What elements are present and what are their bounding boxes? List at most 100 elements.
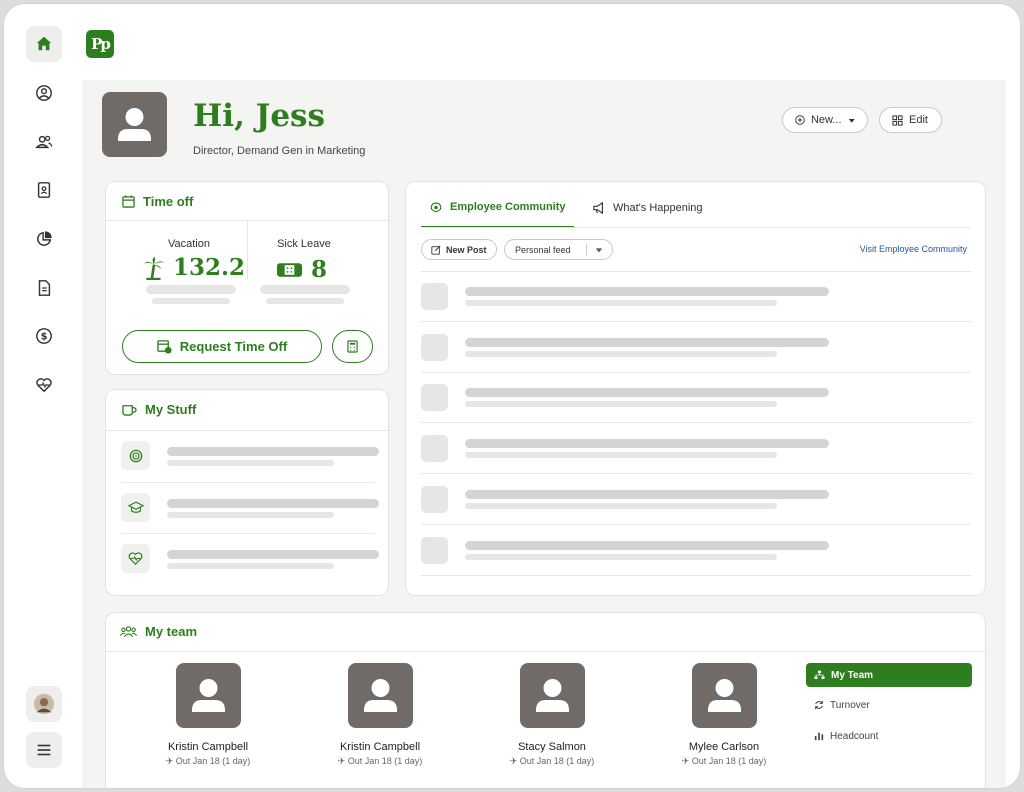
plus-circle-icon — [795, 115, 805, 125]
app-logo[interactable]: Pp — [86, 30, 114, 58]
team-member-status: ✈ Out Jan 18 (1 day) — [337, 756, 423, 766]
nav-reports[interactable] — [26, 221, 62, 257]
target-icon — [129, 449, 142, 462]
people-icon — [35, 135, 53, 149]
profile-avatar[interactable] — [102, 92, 167, 157]
vacation-balance[interactable]: 132.2 — [143, 254, 245, 281]
tab-whats-happening[interactable]: What's Happening — [584, 188, 703, 228]
graduation-cap-icon — [127, 501, 144, 513]
my-team-option-label: My Team — [831, 669, 874, 681]
top-bar — [82, 4, 1020, 80]
divider — [106, 651, 987, 652]
feed-item-thumbnail — [421, 283, 448, 310]
new-post-button[interactable]: New Post — [421, 239, 497, 260]
community-card: Employee Community What's Happening New … — [405, 181, 986, 596]
wellness-tile[interactable] — [121, 544, 150, 573]
person-silhouette-icon — [364, 679, 397, 712]
person-silhouette-icon — [536, 679, 569, 712]
nav-directory[interactable] — [26, 172, 62, 208]
heart-pulse-icon — [36, 378, 52, 393]
feed-select[interactable]: Personal feed — [504, 239, 613, 260]
divider — [421, 422, 971, 423]
my-team-option[interactable]: My Team — [806, 663, 972, 687]
sick-leave-label: Sick Leave — [277, 238, 331, 250]
calculator-button[interactable] — [332, 330, 373, 363]
status-text: Out Jan 18 (1 day) — [175, 756, 251, 766]
edit-icon — [431, 244, 441, 255]
goals-tile[interactable] — [121, 441, 150, 470]
divider — [421, 524, 971, 525]
divider — [106, 220, 390, 221]
sick-leave-value: 8 — [311, 256, 328, 283]
calendar-clock-icon — [157, 340, 172, 354]
learning-tile[interactable] — [121, 493, 150, 522]
new-button[interactable]: New... — [782, 107, 868, 133]
home-icon — [36, 36, 52, 51]
headcount-option-label: Headcount — [830, 730, 879, 742]
nav-profile[interactable] — [26, 75, 62, 111]
svg-text:$: $ — [41, 332, 48, 343]
time-off-title: Time off — [143, 194, 194, 209]
bandage-icon — [276, 262, 303, 277]
team-member-avatar[interactable] — [176, 663, 241, 728]
hamburger-icon — [37, 744, 51, 756]
divider — [106, 430, 390, 431]
new-post-label: New Post — [446, 244, 487, 255]
skeleton-line — [152, 298, 230, 304]
greeting-title: Hi, Jess — [193, 98, 325, 134]
divider — [421, 473, 971, 474]
team-member-name[interactable]: Kristin Campbell — [128, 741, 288, 753]
divider — [121, 482, 375, 483]
team-member-avatar[interactable] — [520, 663, 585, 728]
skeleton-line — [167, 460, 334, 466]
time-off-header: Time off — [122, 194, 193, 209]
divider — [421, 372, 971, 373]
nav-payroll[interactable]: $ — [26, 318, 62, 354]
nav-people[interactable] — [26, 124, 62, 160]
edit-button[interactable]: Edit — [879, 107, 942, 133]
calendar-icon — [122, 195, 135, 208]
nav-benefits[interactable] — [26, 367, 62, 403]
tab-employee-community[interactable]: Employee Community — [421, 188, 574, 228]
team-member-status: ✈ Out Jan 18 (1 day) — [681, 756, 767, 766]
feed-item-thumbnail — [421, 486, 448, 513]
divider — [421, 271, 971, 272]
nav-home[interactable] — [26, 26, 62, 62]
team-icon — [120, 626, 137, 637]
org-chart-icon — [814, 670, 825, 679]
team-member-name[interactable]: Kristin Campbell — [300, 741, 460, 753]
team-member-avatar[interactable] — [348, 663, 413, 728]
megaphone-icon — [593, 202, 603, 214]
nav-documents[interactable] — [26, 270, 62, 306]
sick-leave-balance[interactable]: 8 — [276, 256, 327, 283]
team-member-name[interactable]: Stacy Salmon — [472, 741, 632, 753]
skeleton-line — [465, 503, 777, 509]
request-time-off-label: Request Time Off — [179, 339, 288, 354]
heart-pulse-icon — [128, 552, 143, 565]
skeleton-line — [465, 338, 829, 347]
divider — [121, 533, 375, 534]
person-silhouette-icon — [708, 679, 741, 712]
status-text: Out Jan 18 (1 day) — [691, 756, 767, 766]
my-stuff-card: My Stuff — [105, 389, 390, 596]
tab-employee-community-label: Employee Community — [450, 201, 566, 213]
coffee-cup-icon — [122, 405, 137, 416]
headcount-option[interactable]: Headcount — [806, 724, 972, 748]
my-stuff-title: My Stuff — [145, 402, 197, 417]
document-icon — [38, 280, 51, 296]
grid-icon — [892, 114, 903, 126]
skeleton-line — [167, 563, 334, 569]
menu-button[interactable] — [26, 732, 62, 768]
team-member-name[interactable]: Mylee Carlson — [644, 741, 804, 753]
sidebar: $ — [4, 4, 82, 788]
logo-text: Pp — [91, 35, 111, 53]
turnover-option-label: Turnover — [830, 699, 870, 711]
visit-community-link[interactable]: Visit Employee Community — [860, 244, 967, 254]
user-avatar-button[interactable] — [26, 686, 62, 722]
turnover-option[interactable]: Turnover — [806, 693, 972, 717]
skeleton-line — [465, 490, 829, 499]
tab-whats-happening-label: What's Happening — [613, 202, 703, 214]
team-member-avatar[interactable] — [692, 663, 757, 728]
skeleton-line — [465, 554, 777, 560]
request-time-off-button[interactable]: Request Time Off — [122, 330, 322, 363]
